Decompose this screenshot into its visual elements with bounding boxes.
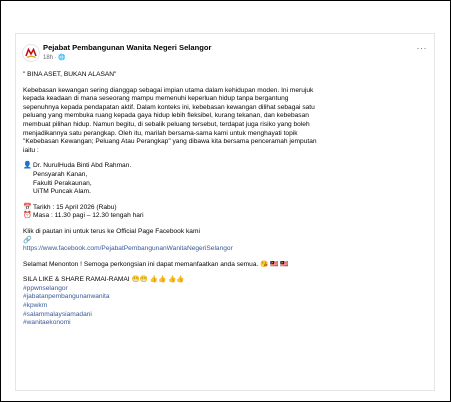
post-body-line: peluang yang membuka ruang kepada gaya h… — [23, 112, 309, 120]
event-date: Tarikh : 15 April 2026 (Rabu) — [33, 203, 117, 211]
link-icon: 🔗 — [23, 236, 32, 244]
hashtag-link[interactable]: #jabatanpembangunanwanita — [23, 293, 427, 302]
hashtag-link[interactable]: #kpwkm — [23, 302, 427, 311]
ppwn-logo-icon — [25, 47, 37, 59]
post-body-line: iaitu : — [23, 146, 39, 154]
post-body-line: sepenuhnya kepada pendapatan aktif. Dala… — [23, 103, 315, 111]
post-body-line: "Kebebasan Kewangan; Peluang Atau Perang… — [23, 138, 317, 146]
share-line: SILA LIKE & SHARE RAMAI-RAMAI 😁😁 👍👍 👍👍 — [23, 276, 427, 285]
hashtag-link[interactable]: #salammalaysiamadani — [23, 311, 427, 320]
link-intro: Klik di pautan ini untuk terus ke Offici… — [23, 227, 200, 235]
facebook-post-card: Pejabat Pembangunan Wanita Negeri Selang… — [15, 33, 435, 391]
speaker-line: Fakulti Perakaunan, — [33, 179, 92, 187]
closing-line: Selamat Menonton ! Semoga perkongsian in… — [23, 261, 427, 270]
post-author[interactable]: Pejabat Pembangunan Wanita Negeri Selang… — [43, 43, 212, 52]
hashtag-link[interactable]: #ppwnselangor — [23, 285, 427, 294]
speaker-line: Pensyarah Kanan, — [33, 170, 88, 178]
speaker-block: 👤 Dr. NurulHuda Binti Abd Rahman. Pensya… — [23, 162, 427, 196]
post-headline: " BINA ASET, BUKAN ALASAN" — [23, 71, 117, 78]
hashtag-link[interactable]: #wanitaekonomi — [23, 319, 427, 328]
post-content: " BINA ASET, BUKAN ALASAN" Kebebasan kew… — [23, 71, 427, 328]
post-body-line: membuat pilihan hidup. Namun begitu, di … — [23, 120, 310, 128]
event-time: Masa : 11.30 pagi – 12.30 tengah hari — [33, 212, 144, 220]
globe-icon: 🌐 — [58, 55, 66, 61]
post-body-line: kepada keadaan di mana seseorang mampu m… — [23, 95, 289, 103]
person-icon: 👤 — [23, 162, 32, 170]
share-emoji: 😁😁 👍👍 👍👍 — [131, 276, 185, 284]
alarm-clock-icon: ⏰ — [23, 212, 32, 220]
post-body-line: menjadikannya satu perangkap. Oleh itu, … — [23, 129, 298, 137]
post-meta: 18h · 🌐 — [43, 55, 66, 61]
more-options-icon[interactable]: ··· — [417, 43, 428, 53]
speaker-line: Dr. NurulHuda Binti Abd Rahman. — [33, 162, 132, 170]
closing-emoji: 😘 🇲🇾 🇲🇾 — [260, 260, 289, 268]
closing-text: Selamat Menonton ! Semoga perkongsian in… — [23, 260, 259, 268]
post-time[interactable]: 18h — [43, 55, 53, 61]
speaker-line: UiTM Puncak Alam. — [33, 188, 91, 196]
facebook-page-link[interactable]: https://www.facebook.com/PejabatPembangu… — [23, 245, 427, 254]
share-text: SILA LIKE & SHARE RAMAI-RAMAI — [23, 276, 130, 284]
post-body-line: Kebebasan kewangan sering dianggap sebag… — [23, 86, 314, 94]
page-avatar[interactable] — [22, 44, 40, 62]
